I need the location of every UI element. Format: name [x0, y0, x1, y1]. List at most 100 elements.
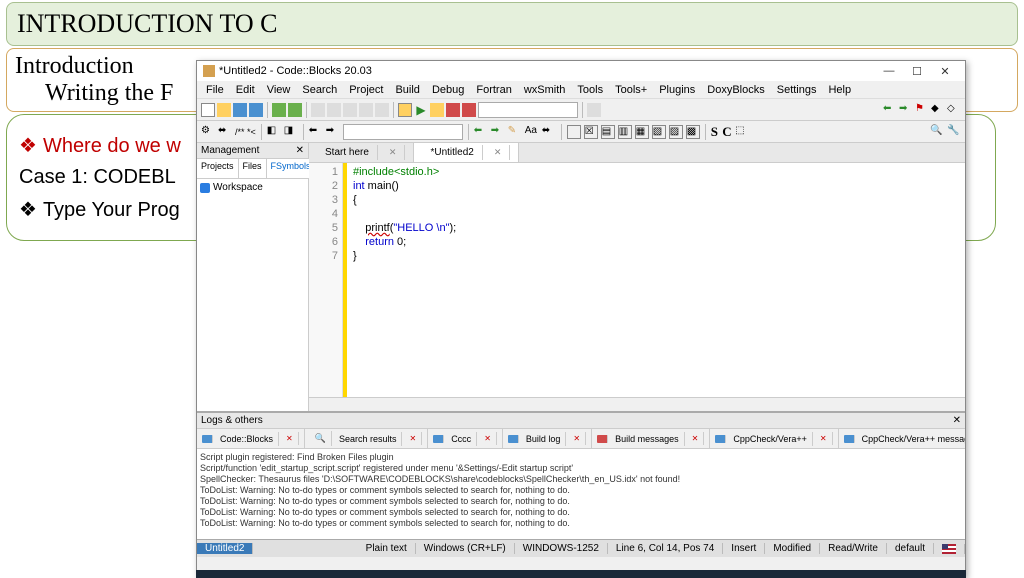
menu-plugins[interactable]: Plugins	[654, 83, 700, 97]
paste-icon[interactable]	[343, 103, 357, 117]
menu-settings[interactable]: Settings	[772, 83, 822, 97]
box-icon[interactable]: ▨	[669, 125, 683, 139]
close-icon[interactable]: ✕	[479, 432, 497, 445]
tab-cppcheck[interactable]: CppCheck/Vera++✕	[710, 429, 838, 448]
tab-start-here[interactable]: Start here✕	[309, 143, 414, 162]
marker-icon[interactable]: ◆	[931, 103, 945, 117]
close-icon[interactable]: ✕	[568, 432, 586, 445]
horizontal-scrollbar[interactable]	[309, 397, 965, 411]
debug-icon[interactable]	[587, 103, 601, 117]
box-icon[interactable]: ▩	[686, 125, 700, 139]
box-icon[interactable]: ▧	[652, 125, 666, 139]
flag-icon[interactable]: ⚑	[915, 103, 929, 117]
tab-buildlog[interactable]: Build log✕	[503, 429, 592, 448]
replace-icon[interactable]	[375, 103, 389, 117]
tool-icon[interactable]: ⬌	[218, 125, 232, 139]
highlight-icon[interactable]: ✎	[508, 125, 522, 139]
open-icon[interactable]	[217, 103, 231, 117]
save-all-icon[interactable]	[249, 103, 263, 117]
close-tab-icon[interactable]: ✕	[486, 145, 511, 160]
menu-tools[interactable]: Tools	[572, 83, 608, 97]
tab-codeblocks[interactable]: Code::Blocks✕	[197, 429, 305, 448]
menu-tools-plus[interactable]: Tools+	[610, 83, 652, 97]
build-icon[interactable]	[398, 103, 412, 117]
minimize-button[interactable]: —	[875, 62, 903, 80]
back-icon[interactable]: ⬅	[309, 125, 323, 139]
menu-help[interactable]: Help	[823, 83, 856, 97]
close-icon[interactable]: ✕	[404, 432, 422, 445]
arrow-left-icon[interactable]: ⬅	[883, 103, 897, 117]
tool-icon[interactable]: ⚙	[201, 125, 215, 139]
menu-file[interactable]: File	[201, 83, 229, 97]
tab-cppcheckmsg[interactable]: CppCheck/Vera++ messages✕	[839, 429, 965, 448]
copy-icon[interactable]	[327, 103, 341, 117]
search-icon[interactable]: 🔍	[930, 125, 944, 139]
code-lines[interactable]: #include<stdio.h>int main(){ printf("HEL…	[347, 163, 965, 397]
nav-icon[interactable]: ⬅	[474, 125, 488, 139]
cut-icon[interactable]	[311, 103, 325, 117]
title-bar[interactable]: *Untitled2 - Code::Blocks 20.03 — ☐ ✕	[197, 61, 965, 81]
box-icon[interactable]	[567, 125, 581, 139]
menu-project[interactable]: Project	[344, 83, 388, 97]
tab-search[interactable]: 🔍Search results✕	[305, 429, 428, 448]
marker2-icon[interactable]: ◇	[947, 103, 961, 117]
nav-icon[interactable]: ➡	[491, 125, 505, 139]
tab-files[interactable]: Files	[239, 159, 267, 178]
menu-fortran[interactable]: Fortran	[471, 83, 516, 97]
menu-build[interactable]: Build	[390, 83, 424, 97]
tab-projects[interactable]: Projects	[197, 159, 239, 178]
rebuild-icon[interactable]	[446, 103, 460, 117]
tool-icon[interactable]: ◧	[267, 125, 281, 139]
symbol-select[interactable]	[343, 124, 463, 140]
close-logs-icon[interactable]: ✕	[953, 415, 961, 426]
windows-taskbar[interactable]	[196, 570, 966, 578]
logs-body[interactable]: Script plugin registered: Find Broken Fi…	[197, 449, 965, 539]
save-icon[interactable]	[233, 103, 247, 117]
menu-view[interactable]: View	[262, 83, 296, 97]
status-flag[interactable]	[934, 544, 965, 554]
maximize-button[interactable]: ☐	[903, 62, 931, 80]
tab-untitled2[interactable]: *Untitled2✕	[414, 143, 519, 162]
tool-text[interactable]: /** *<	[235, 127, 256, 137]
box-icon[interactable]: ▦	[635, 125, 649, 139]
close-icon[interactable]: ✕	[815, 432, 833, 445]
status-eol[interactable]: Windows (CR+LF)	[416, 543, 515, 554]
arrow-right-icon[interactable]: ➡	[899, 103, 913, 117]
fwd-icon[interactable]: ➡	[326, 125, 340, 139]
close-button[interactable]: ✕	[931, 62, 959, 80]
tab-cccc[interactable]: Cccc✕	[428, 429, 503, 448]
target-select[interactable]	[478, 102, 578, 118]
tab-buildmsg[interactable]: Build messages✕	[592, 429, 710, 448]
close-icon[interactable]: ✕	[687, 432, 705, 445]
menu-edit[interactable]: Edit	[231, 83, 260, 97]
menu-wxsmith[interactable]: wxSmith	[519, 83, 571, 97]
tool-icon[interactable]: ⬚	[735, 125, 749, 139]
code-editor[interactable]: 1 2 3 4 5 6 7 #include<stdio.h>int main(…	[309, 163, 965, 397]
tool-icon[interactable]: ◨	[284, 125, 298, 139]
status-def[interactable]: default	[887, 543, 934, 554]
close-panel-icon[interactable]: ✕	[296, 145, 304, 156]
tool-icon[interactable]: ⬌	[542, 125, 556, 139]
status-ins[interactable]: Insert	[723, 543, 765, 554]
redo-icon[interactable]	[288, 103, 302, 117]
new-icon[interactable]	[201, 103, 215, 117]
menu-doxyblocks[interactable]: DoxyBlocks	[702, 83, 769, 97]
box-icon[interactable]: ▥	[618, 125, 632, 139]
tool-icon[interactable]: Aa	[525, 125, 539, 139]
status-enc[interactable]: WINDOWS-1252	[515, 543, 608, 554]
box-icon[interactable]: ☒	[584, 125, 598, 139]
find-icon[interactable]	[359, 103, 373, 117]
menu-search[interactable]: Search	[297, 83, 342, 97]
close-tab-icon[interactable]: ✕	[381, 145, 406, 160]
run-icon[interactable]: ▶	[414, 103, 428, 117]
wrench-icon[interactable]: 🔧	[947, 125, 961, 139]
menu-debug[interactable]: Debug	[427, 83, 469, 97]
workspace-item[interactable]: Workspace	[200, 182, 305, 193]
status-lang[interactable]: Plain text	[358, 543, 416, 554]
close-icon[interactable]: ✕	[281, 432, 299, 445]
box-icon[interactable]: ▤	[601, 125, 615, 139]
build-run-icon[interactable]	[430, 103, 444, 117]
status-file: Untitled2	[197, 543, 253, 554]
abort-icon[interactable]	[462, 103, 476, 117]
undo-icon[interactable]	[272, 103, 286, 117]
